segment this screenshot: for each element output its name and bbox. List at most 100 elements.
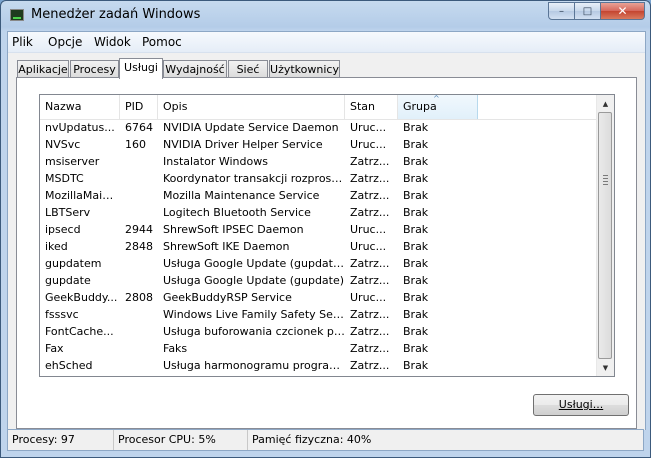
cell-group: Brak — [403, 138, 429, 151]
cell-description: Usługa Google Update (gupdate) — [163, 274, 345, 287]
cell-name: ehSched — [45, 359, 93, 372]
title-bar[interactable]: Menedżer zadań Windows – □ ✕ — [1, 1, 650, 31]
maximize-button[interactable]: □ — [575, 2, 601, 20]
cell-description: Instalator Windows — [163, 155, 268, 168]
cell-status: Zatrz... — [350, 189, 390, 202]
cell-pid: 6764 — [125, 121, 153, 134]
table-row[interactable]: gupdatem Usługa Google Update (gupdatem) Z… — [40, 255, 600, 272]
table-row[interactable]: fsssvc Windows Live Family Safety Service… — [40, 306, 600, 323]
cell-status: Uruc... — [350, 240, 387, 253]
services-list[interactable]: Nazwa PID Opis Stan Grupa ^ nvUpdatus...… — [39, 94, 615, 377]
status-processes: Procesy: 97 — [8, 430, 114, 450]
cell-pid: 160 — [125, 138, 146, 151]
table-row[interactable]: NVSvc 160 NVIDIA Driver Helper Service Uruc… — [40, 136, 600, 153]
table-row[interactable]: Fax Faks Zatrz... Brak — [40, 340, 600, 357]
tab-wydajnosc[interactable]: Wydajność — [163, 60, 227, 77]
cell-description: Usługa buforowania czcionek plat... — [163, 325, 345, 338]
cell-name: iked — [45, 240, 68, 253]
cell-pid — [120, 170, 158, 187]
scroll-up-arrow-icon[interactable]: ▲ — [597, 95, 614, 112]
task-manager-window: Menedżer zadań Windows – □ ✕ Plik Opcje … — [0, 0, 651, 458]
services-panel: Nazwa PID Opis Stan Grupa ^ nvUpdatus...… — [16, 77, 637, 429]
cell-status: Zatrz... — [350, 172, 390, 185]
cell-status: Uruc... — [350, 291, 387, 304]
cell-name: GeekBuddy... — [45, 291, 118, 304]
cell-group: Brak — [403, 206, 429, 219]
cell-pid — [120, 187, 158, 204]
cell-name: MozillaMaint... — [45, 189, 120, 202]
cell-status: Zatrz... — [350, 308, 390, 321]
cell-name: gupdate — [45, 274, 91, 287]
tab-siec[interactable]: Sieć — [228, 60, 268, 77]
service-rows: nvUpdatus... 6764 NVIDIA Update Service Da… — [40, 119, 600, 374]
table-row[interactable]: FontCache... Usługa buforowania czcionek … — [40, 323, 600, 340]
cell-group: Brak — [403, 274, 429, 287]
cell-pid: 2944 — [125, 223, 153, 236]
table-row[interactable]: LBTServ Logitech Bluetooth Service Zatrz..… — [40, 204, 600, 221]
services-button-label: Usługi... — [558, 398, 604, 411]
column-header-pid[interactable]: PID — [120, 95, 158, 119]
table-row[interactable]: gupdate Usługa Google Update (gupdate) Zat… — [40, 272, 600, 289]
menu-pomoc[interactable]: Pomoc — [142, 35, 182, 49]
column-header-stan[interactable]: Stan — [345, 95, 398, 119]
table-row[interactable]: iked 2848 ShrewSoft IKE Daemon Uruc... Brak — [40, 238, 600, 255]
cell-group: Brak — [403, 325, 429, 338]
cell-status: Zatrz... — [350, 155, 390, 168]
cell-group: Brak — [403, 155, 429, 168]
cell-name: NVSvc — [45, 138, 81, 151]
cell-pid: 2848 — [125, 240, 153, 253]
cell-name: gupdatem — [45, 257, 102, 270]
cell-pid — [120, 340, 158, 357]
cell-status: Uruc... — [350, 121, 387, 134]
scrollbar-thumb[interactable] — [598, 112, 612, 359]
window-title: Menedżer zadań Windows — [31, 7, 201, 22]
table-row[interactable]: ipsecd 2944 ShrewSoft IPSEC Daemon Uruc... B… — [40, 221, 600, 238]
table-row[interactable]: MozillaMaint... Mozilla Maintenance Servi… — [40, 187, 600, 204]
scroll-down-arrow-icon[interactable]: ▼ — [597, 359, 614, 376]
tab-uslugi[interactable]: Usługi — [119, 58, 163, 79]
cell-description: GeekBuddyRSP Service — [163, 291, 292, 304]
cell-description: Mozilla Maintenance Service — [163, 189, 320, 202]
services-button[interactable]: Usługi... — [533, 394, 629, 416]
menu-opcje[interactable]: Opcje — [48, 35, 82, 49]
table-row[interactable]: MSDTC Koordynator transakcji rozproszo...… — [40, 170, 600, 187]
cell-pid — [120, 323, 158, 340]
cell-status: Zatrz... — [350, 342, 390, 355]
column-header: Nazwa PID Opis Stan Grupa ^ — [40, 95, 600, 120]
cell-group: Brak — [403, 121, 429, 134]
menu-bar: Plik Opcje Widok Pomoc — [8, 32, 645, 53]
cell-status: Zatrz... — [350, 274, 390, 287]
column-header-nazwa[interactable]: Nazwa — [40, 95, 120, 119]
cell-pid — [120, 204, 158, 221]
vertical-scrollbar[interactable]: ▲ ▼ — [596, 95, 614, 376]
cell-group: Brak — [403, 172, 429, 185]
close-button[interactable]: ✕ — [601, 2, 645, 20]
status-bar: Procesy: 97 Procesor CPU: 5% Pamięć fizy… — [7, 429, 644, 451]
minimize-button[interactable]: – — [548, 2, 575, 20]
cell-group: Brak — [403, 223, 429, 236]
column-header-opis[interactable]: Opis — [158, 95, 345, 119]
cell-description: Logitech Bluetooth Service — [163, 206, 311, 219]
table-row[interactable]: msiserver Instalator Windows Zatrz... Brak — [40, 153, 600, 170]
tab-aplikacje[interactable]: Aplikacje — [17, 60, 69, 77]
menu-widok[interactable]: Widok — [94, 35, 131, 49]
cell-description: ShrewSoft IPSEC Daemon — [163, 223, 304, 236]
cell-group: Brak — [403, 240, 429, 253]
caption-buttons: – □ ✕ — [548, 2, 645, 21]
cell-pid — [120, 255, 158, 272]
tab-uzytkownicy[interactable]: Użytkownicy — [269, 60, 340, 77]
tab-procesy[interactable]: Procesy — [70, 60, 119, 77]
cell-status: Uruc... — [350, 138, 387, 151]
cell-group: Brak — [403, 257, 429, 270]
table-row[interactable]: GeekBuddy... 2808 GeekBuddyRSP Service Uruc… — [40, 289, 600, 306]
cell-status: Zatrz... — [350, 257, 390, 270]
menu-plik[interactable]: Plik — [12, 35, 33, 49]
cell-description: NVIDIA Update Service Daemon — [163, 121, 339, 134]
cell-status: Uruc... — [350, 223, 387, 236]
table-row[interactable]: ehSched Usługa harmonogramu programu ... Z… — [40, 357, 600, 374]
cell-description: NVIDIA Driver Helper Service — [163, 138, 323, 151]
cell-name: FontCache... — [45, 325, 114, 338]
cell-description: Faks — [163, 342, 188, 355]
table-row[interactable]: nvUpdatus... 6764 NVIDIA Update Service Da… — [40, 119, 600, 136]
column-header-grupa[interactable]: Grupa ^ — [398, 95, 478, 119]
